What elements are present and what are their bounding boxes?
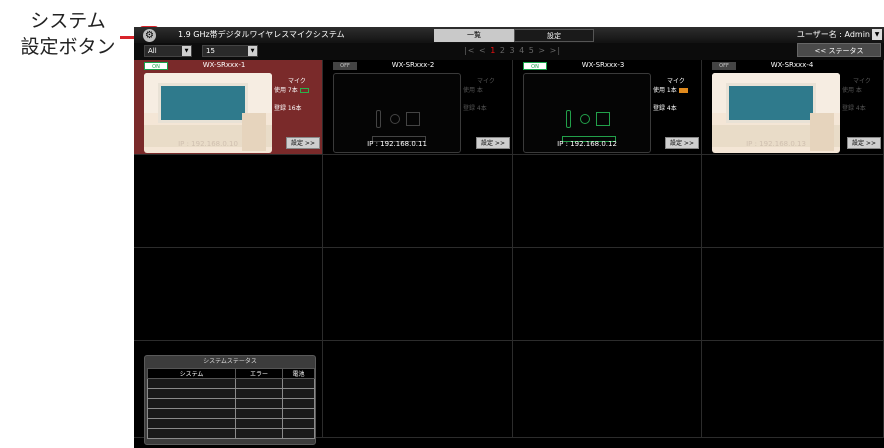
mic-registered: 登録 16本 xyxy=(274,105,302,112)
receiver-name: WX-SRxxx-2 xyxy=(391,61,435,69)
microphone-icon xyxy=(566,110,571,128)
table-row xyxy=(147,378,316,389)
power-state-badge[interactable]: OFF xyxy=(712,62,736,70)
empty-slot xyxy=(513,248,702,341)
mic-in-use: 使用 本 xyxy=(842,87,862,94)
pagination: |< < 1 2 3 4 5 > >| xyxy=(464,46,561,55)
display-count-select[interactable]: 15 ▼ xyxy=(202,45,258,57)
receiver-ip: IP : 192.168.0.11 xyxy=(367,140,427,148)
mic-in-use: 使用 本 xyxy=(463,87,483,94)
table-row xyxy=(147,418,316,429)
microphone-icon xyxy=(376,110,381,128)
tab-list[interactable]: 一覧 xyxy=(434,29,514,42)
system-status-cell: システムステータス システム エラー 電池 xyxy=(134,341,323,445)
receiver-ip: IP : 192.168.0.12 xyxy=(557,140,617,148)
receiver-name: WX-SRxxx-4 xyxy=(770,61,814,69)
group-filter-value: All xyxy=(148,47,157,55)
mic-info: マイク 使用 1本 登録 4本 xyxy=(653,77,699,113)
receiver-ip: IP : 192.168.0.10 xyxy=(178,140,238,148)
empty-slot xyxy=(323,248,513,341)
empty-slot xyxy=(323,341,513,438)
speaker-icon xyxy=(580,114,590,124)
system-status-panel: システムステータス システム エラー 電池 xyxy=(144,355,316,445)
speaker-icon xyxy=(390,114,400,124)
table-row xyxy=(147,388,316,399)
page-prev[interactable]: < xyxy=(479,46,487,55)
column-header-error: エラー xyxy=(235,368,283,379)
empty-slot xyxy=(134,248,323,341)
system-status-title: システムステータス xyxy=(203,358,257,365)
mic-info: マイク 使用 7本 登録 16本 xyxy=(274,77,320,113)
battery-icon xyxy=(678,88,688,93)
column-header-system: システム xyxy=(147,368,236,379)
system-settings-gear-icon[interactable]: ⚙ xyxy=(143,29,156,42)
column-header-battery: 電池 xyxy=(281,368,316,379)
receiver-name: WX-SRxxx-3 xyxy=(581,61,625,69)
top-bar: ⚙ 1.9 GHz帯デジタルワイヤレスマイクシステム 一覧 設定 ユーザー名 :… xyxy=(134,27,884,43)
mic-in-use: 使用 7本 xyxy=(274,87,298,94)
app-title: 1.9 GHz帯デジタルワイヤレスマイクシステム xyxy=(178,30,345,39)
receiver-ip: IP : 192.168.0.13 xyxy=(746,140,806,148)
mic-in-use: 使用 1本 xyxy=(653,87,677,94)
filter-bar: All ▼ 15 ▼ |< < 1 2 3 4 5 > >| << ステータス xyxy=(134,43,884,60)
tab-settings[interactable]: 設定 xyxy=(514,29,594,42)
mic-registered: 登録 4本 xyxy=(463,105,487,112)
battery-icon xyxy=(299,88,309,93)
system-status-table: システム エラー 電池 xyxy=(147,368,316,439)
empty-slot xyxy=(513,155,702,248)
antenna-icon xyxy=(596,112,610,126)
power-state-badge[interactable]: ON xyxy=(523,62,547,70)
power-state-badge[interactable]: ON xyxy=(144,62,168,70)
receiver-card[interactable]: OFF WX-SRxxx-4 マイク 使用 本 登録 4本 IP : 192.1… xyxy=(702,60,884,155)
group-filter-select[interactable]: All ▼ xyxy=(144,45,192,57)
page-2[interactable]: 2 xyxy=(500,46,506,55)
empty-slot xyxy=(513,341,702,438)
empty-slot xyxy=(134,155,323,248)
callout-label: システム 設定ボタン xyxy=(8,8,128,60)
chevron-down-icon: ▼ xyxy=(182,46,191,56)
status-toggle-button[interactable]: << ステータス xyxy=(797,43,881,57)
empty-slot xyxy=(702,341,884,438)
page-first[interactable]: |< xyxy=(464,46,475,55)
mic-label: マイク xyxy=(853,78,871,85)
receiver-settings-button[interactable]: 設定 >> xyxy=(665,137,699,149)
page-5[interactable]: 5 xyxy=(529,46,535,55)
receiver-settings-button[interactable]: 設定 >> xyxy=(847,137,881,149)
receiver-grid: ON WX-SRxxx-1 マイク 使用 7本 登録 16本 IP : 192.… xyxy=(134,60,884,445)
table-row xyxy=(147,428,316,439)
empty-slot xyxy=(702,155,884,248)
page-3[interactable]: 3 xyxy=(509,46,515,55)
empty-slot xyxy=(323,155,513,248)
receiver-card[interactable]: OFF WX-SRxxx-2 マイク 使用 本 登録 4本 IP : 192.1… xyxy=(323,60,513,155)
mic-registered: 登録 4本 xyxy=(653,105,677,112)
mic-info: マイク 使用 本 登録 4本 xyxy=(463,77,509,113)
power-state-badge[interactable]: OFF xyxy=(333,62,357,70)
page-last[interactable]: >| xyxy=(550,46,561,55)
user-menu-dropdown[interactable]: ▼ xyxy=(872,29,882,40)
mic-label: マイク xyxy=(667,78,685,85)
page-4[interactable]: 4 xyxy=(519,46,525,55)
callout-line-2: 設定ボタン xyxy=(20,36,116,58)
table-row xyxy=(147,398,316,409)
receiver-name: WX-SRxxx-1 xyxy=(202,61,246,69)
callout-line-1: システム xyxy=(30,10,106,32)
mic-info: マイク 使用 本 登録 4本 xyxy=(842,77,882,113)
page-1[interactable]: 1 xyxy=(490,46,496,55)
app-window: ⚙ 1.9 GHz帯デジタルワイヤレスマイクシステム 一覧 設定 ユーザー名 :… xyxy=(134,27,884,448)
mic-registered: 登録 4本 xyxy=(842,105,866,112)
display-count-value: 15 xyxy=(206,47,215,55)
receiver-settings-button[interactable]: 設定 >> xyxy=(476,137,510,149)
mic-label: マイク xyxy=(288,78,306,85)
empty-slot xyxy=(702,248,884,341)
user-name: ユーザー名 : Admin xyxy=(796,30,870,39)
table-row xyxy=(147,408,316,419)
chevron-down-icon: ▼ xyxy=(248,46,257,56)
receiver-card[interactable]: ON WX-SRxxx-3 マイク 使用 1本 登録 4本 IP : 192.1… xyxy=(513,60,702,155)
receiver-card[interactable]: ON WX-SRxxx-1 マイク 使用 7本 登録 16本 IP : 192.… xyxy=(134,60,323,155)
mic-label: マイク xyxy=(477,78,495,85)
receiver-settings-button[interactable]: 設定 >> xyxy=(286,137,320,149)
antenna-icon xyxy=(406,112,420,126)
page-next[interactable]: > xyxy=(538,46,546,55)
